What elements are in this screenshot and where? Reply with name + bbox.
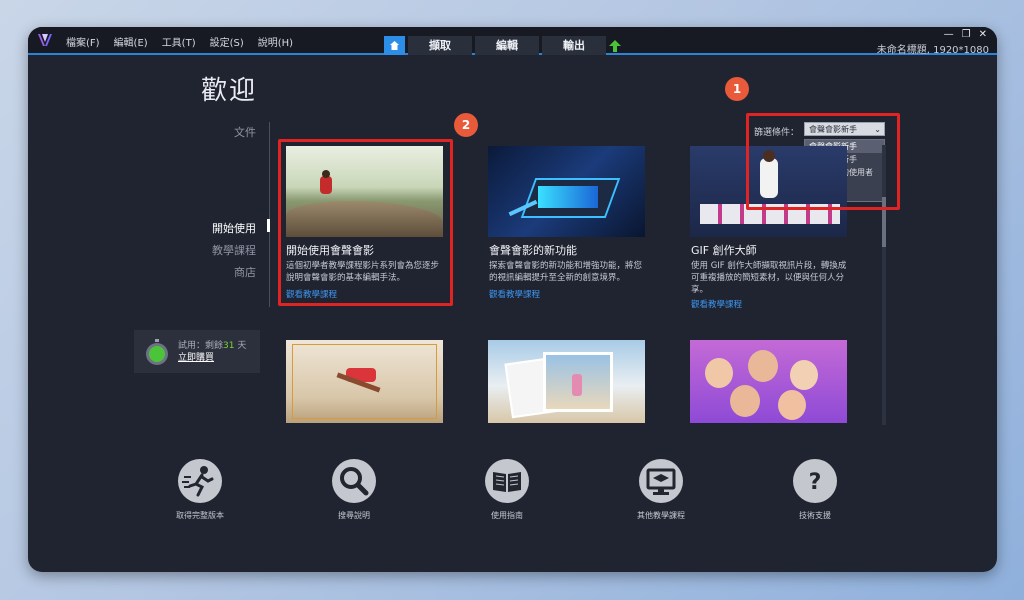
nav-store[interactable]: 商店 <box>196 264 256 280</box>
card-title: GIF 創作大師 <box>691 244 757 257</box>
menu-bar: 檔案(F) 編輯(E) 工具(T) 設定(S) 說明(H) <box>66 34 293 49</box>
maximize-button[interactable]: ❐ <box>962 29 971 40</box>
user-guide-button[interactable]: 使用指南 <box>467 459 547 521</box>
trial-panel: 試用：剩餘31 天 立即購買 <box>134 330 260 373</box>
trial-days: 31 <box>223 341 235 351</box>
nav-active-marker <box>267 219 270 232</box>
menu-help[interactable]: 說明(H) <box>258 34 293 49</box>
menu-settings[interactable]: 設定(S) <box>210 34 244 49</box>
menu-tools[interactable]: 工具(T) <box>162 34 196 49</box>
book-icon <box>485 459 529 503</box>
tab-edit[interactable]: 編輯 <box>475 36 539 55</box>
card-thumbnail-dancer[interactable] <box>286 340 443 423</box>
card-description: 使用 GIF 創作大師擷取視訊片段，轉換成可重複播放的簡短素材，以便與任何人分享… <box>691 261 847 295</box>
nav-get-started[interactable]: 開始使用 <box>196 220 256 236</box>
svg-text:?: ? <box>809 470 822 495</box>
question-mark-icon: ? <box>793 459 837 503</box>
highlight-box-2 <box>278 139 453 306</box>
window-controls: — ❐ ✕ <box>944 29 987 40</box>
buy-now-link[interactable]: 立即購買 <box>178 350 214 363</box>
tech-support-button[interactable]: ? 技術支援 <box>775 459 855 521</box>
highlight-box-1 <box>746 113 900 210</box>
menu-edit[interactable]: 編輯(E) <box>114 34 148 49</box>
workspace-tabs: 擷取 編輯 輸出 <box>384 36 606 55</box>
get-full-version-button[interactable]: 取得完整版本 <box>160 459 240 521</box>
home-icon <box>390 41 399 50</box>
title-bar: 檔案(F) 編輯(E) 工具(T) 設定(S) 說明(H) 擷取 編輯 輸出 —… <box>28 27 997 56</box>
card-thumbnail-photos[interactable] <box>488 340 645 423</box>
card-description: 探索會聲會影的新功能和增強功能，將您的視訊編輯提升至全新的創意境界。 <box>489 261 643 283</box>
search-icon <box>332 459 376 503</box>
search-help-button[interactable]: 搜尋說明 <box>314 459 394 521</box>
project-info: 未命名標題, 1920*1080 <box>876 45 989 56</box>
watch-tutorial-link[interactable]: 觀看教學課程 <box>691 298 742 310</box>
card-thumbnail-faces[interactable] <box>690 340 847 423</box>
runner-icon <box>178 459 222 503</box>
nav-tutorials[interactable]: 教學課程 <box>196 242 256 258</box>
watch-tutorial-link[interactable]: 觀看教學課程 <box>489 288 540 300</box>
step-badge-1: 1 <box>725 77 749 101</box>
page-title: 歡迎 <box>201 76 258 106</box>
card-title: 會聲會影的新功能 <box>489 244 577 257</box>
more-tutorials-button[interactable]: 其他教學課程 <box>621 459 701 521</box>
minimize-button[interactable]: — <box>944 29 954 40</box>
app-logo-icon <box>38 34 52 46</box>
stopwatch-icon <box>146 339 168 365</box>
app-window: 檔案(F) 編輯(E) 工具(T) 設定(S) 說明(H) 擷取 編輯 輸出 —… <box>28 27 997 572</box>
menu-file[interactable]: 檔案(F) <box>66 34 100 49</box>
tab-capture[interactable]: 擷取 <box>408 36 472 55</box>
close-button[interactable]: ✕ <box>979 29 987 40</box>
nav-divider <box>269 122 270 307</box>
step-badge-2: 2 <box>454 113 478 137</box>
tab-share[interactable]: 輸出 <box>542 36 606 55</box>
upload-arrow-icon[interactable] <box>609 40 621 52</box>
tab-home[interactable] <box>384 36 405 55</box>
card-thumbnail-whats-new[interactable] <box>488 146 645 237</box>
monitor-graduation-icon <box>639 459 683 503</box>
nav-document[interactable]: 文件 <box>196 124 256 140</box>
